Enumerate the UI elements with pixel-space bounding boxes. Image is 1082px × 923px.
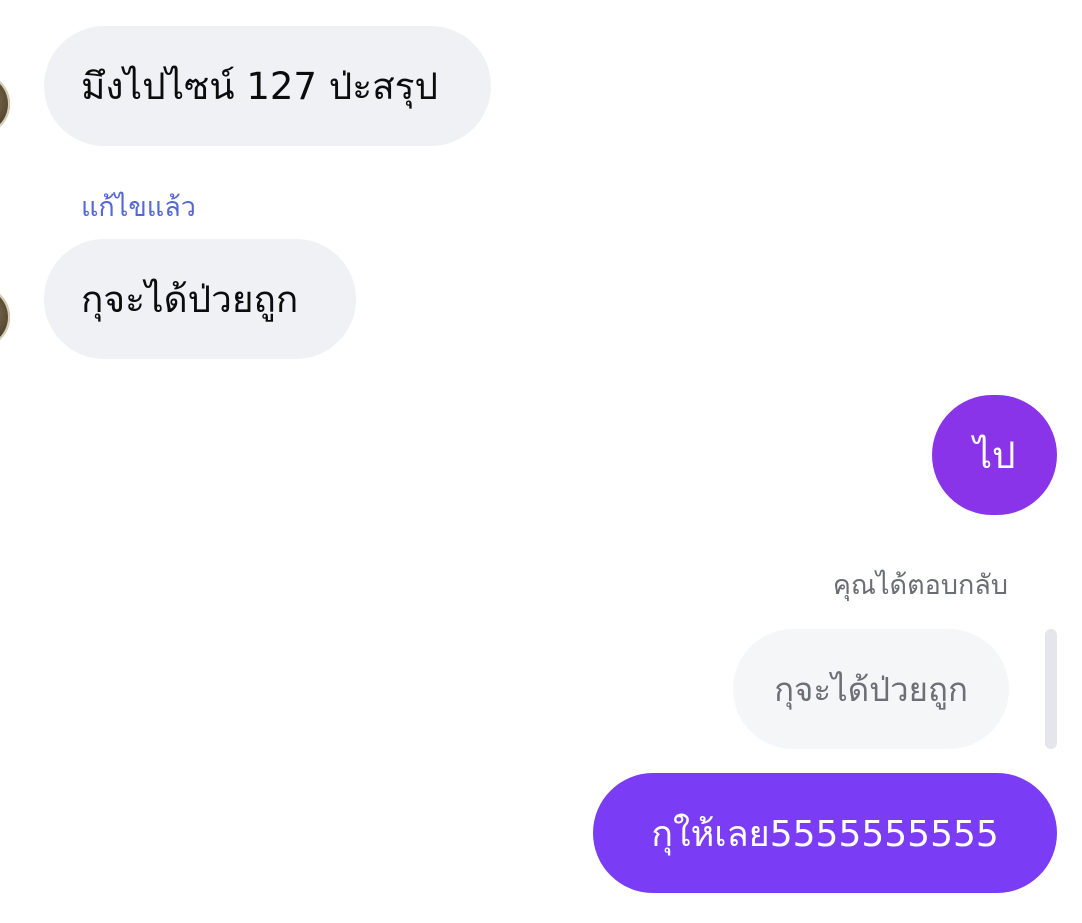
message-text: มึงไปไซน์ 127 ป่ะสรุป	[81, 64, 439, 108]
reply-label: คุณได้ตอบกลับ	[832, 570, 1008, 601]
message-text: กุจะได้ป่วยถูก	[81, 277, 299, 321]
sender-avatar[interactable]	[0, 73, 10, 135]
incoming-message-bubble[interactable]: มึงไปไซน์ 127 ป่ะสรุป	[44, 26, 491, 146]
incoming-message-bubble[interactable]: กุจะได้ป่วยถูก	[44, 239, 356, 359]
edited-label[interactable]: แก้ไขแล้ว	[81, 185, 196, 228]
message-text: ไป	[973, 433, 1016, 477]
sender-avatar[interactable]	[0, 286, 10, 348]
reply-indicator-bar	[1045, 629, 1057, 749]
quoted-message[interactable]: กุจะได้ป่วยถูก	[733, 629, 1009, 749]
quoted-message-text: กุจะได้ป่วยถูก	[774, 669, 968, 709]
outgoing-message-bubble[interactable]: กุให้เลย5555555555	[593, 773, 1057, 893]
message-text: กุให้เลย5555555555	[651, 813, 999, 855]
outgoing-message-bubble[interactable]: ไป	[932, 395, 1057, 515]
